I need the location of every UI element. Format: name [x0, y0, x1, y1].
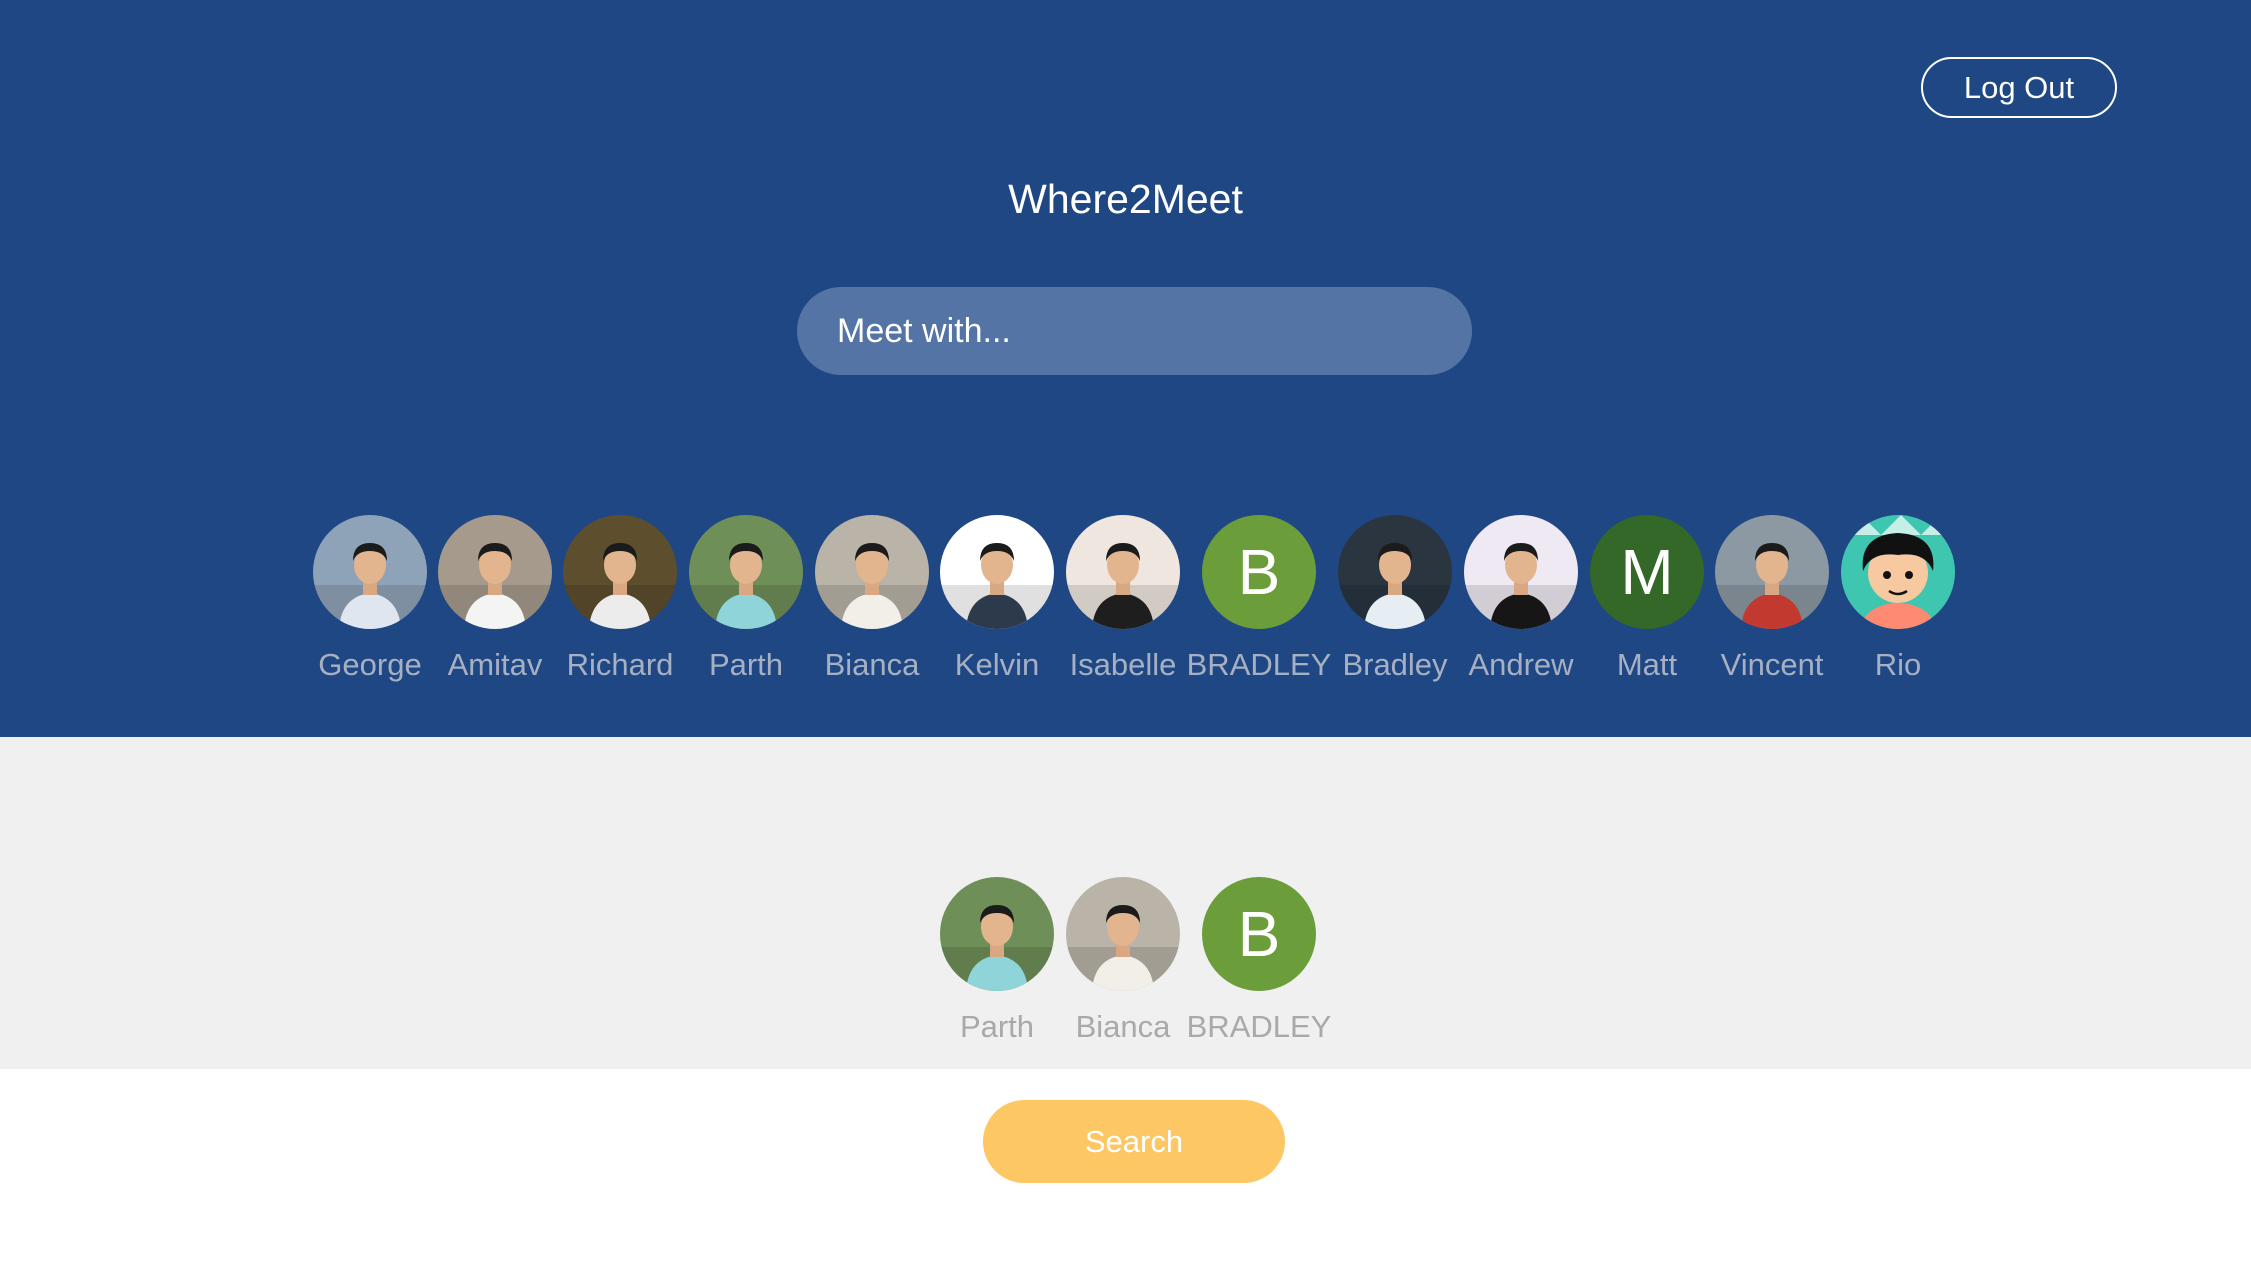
friend-name: Parth — [959, 1009, 1035, 1044]
friend-name: Andrew — [1468, 647, 1574, 682]
person-photo-icon — [313, 515, 427, 629]
person-photo-icon — [689, 515, 803, 629]
person-photo-icon — [815, 515, 929, 629]
cartoon-avatar-icon — [1841, 515, 1955, 629]
letter-avatar: B — [1202, 515, 1316, 629]
person-photo-icon — [1066, 877, 1180, 991]
friend-name: Matt — [1616, 647, 1678, 682]
friend-name: Rio — [1874, 647, 1922, 682]
friend-isabelle[interactable]: Isabelle — [1048, 515, 1198, 683]
friend-name: George — [318, 647, 422, 682]
top-header: Log Out Where2Meet George Amitav Richard Pa… — [0, 0, 2251, 737]
friend-name: Bradley — [1342, 647, 1448, 682]
person-photo-icon — [940, 877, 1054, 991]
friend-name: Bianca — [1075, 1009, 1171, 1044]
friend-name: BRADLEY — [1186, 1009, 1332, 1044]
friend-name: BRADLEY — [1186, 647, 1332, 682]
selected-friend-bianca[interactable]: Bianca — [1048, 877, 1198, 1045]
friend-name: Vincent — [1720, 647, 1824, 682]
friend-name: Amitav — [447, 647, 543, 682]
person-photo-icon — [1338, 515, 1452, 629]
person-photo-icon — [940, 515, 1054, 629]
person-photo-icon — [1464, 515, 1578, 629]
logout-button[interactable]: Log Out — [1921, 57, 2117, 118]
person-photo-icon — [1066, 515, 1180, 629]
friend-bradley[interactable]: B BRADLEY — [1184, 515, 1334, 683]
selected-friend-bradley[interactable]: B BRADLEY — [1184, 877, 1334, 1045]
friend-name: Isabelle — [1069, 647, 1177, 682]
letter-avatar: B — [1202, 877, 1316, 991]
friend-rio[interactable]: Rio — [1823, 515, 1973, 683]
person-photo-icon — [438, 515, 552, 629]
person-photo-icon — [1715, 515, 1829, 629]
app-title: Where2Meet — [1008, 176, 1243, 222]
friend-name: Kelvin — [954, 647, 1040, 682]
friend-name: Richard — [566, 647, 674, 682]
search-button[interactable]: Search — [983, 1100, 1285, 1183]
letter-avatar: M — [1590, 515, 1704, 629]
friend-name: Parth — [708, 647, 784, 682]
selected-friends-panel: Parth Bianca B BRADLEY — [0, 737, 2251, 1069]
meet-with-search-input[interactable] — [797, 287, 1472, 375]
friend-name: Bianca — [824, 647, 920, 682]
person-photo-icon — [563, 515, 677, 629]
